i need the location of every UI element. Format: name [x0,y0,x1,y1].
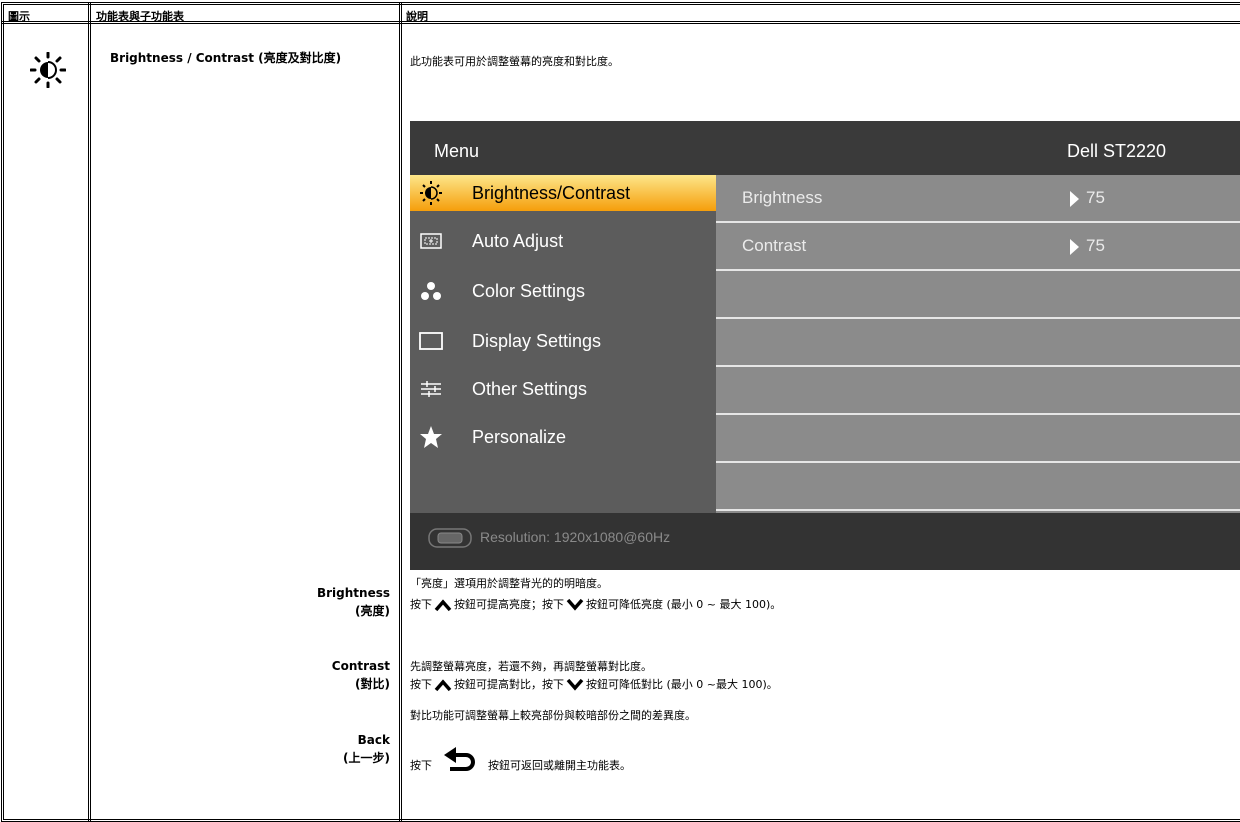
down-arrow-icon [566,678,584,691]
back-desc: 按下 按鈕可返回或離開主功能表。 [410,747,631,773]
menu-title: Brightness / Contrast (亮度及對比度) [110,51,342,65]
brightness-desc-1: 「亮度」選項用於調整背光的的明暗度。 [410,577,608,590]
osd-row-contrast[interactable]: Contrast 75 [716,223,1240,271]
down-arrow-icon [566,598,584,611]
header-description: 說明 [406,10,428,23]
osd-item-label: Display Settings [472,331,602,351]
contrast-desc-2: 按下 按鈕可提高對比，按下 按鈕可降低對比 (最小 0 ~最大 100)。 [410,676,778,692]
osd-row-value: 75 [1086,188,1105,207]
osd-row-value: 75 [1086,236,1105,255]
brightness-label-zh: (亮度) [355,604,390,618]
osd-row-label: Brightness [742,188,823,207]
back-arrow-icon [444,747,475,771]
contrast-desc-3: 對比功能可調整螢幕上較亮部份與較暗部份之間的差異度。 [410,709,696,722]
up-arrow-icon [434,679,452,692]
osd-item-brightness-contrast[interactable]: Brightness/Contrast [410,175,716,211]
sun-brightness-icon [30,52,66,88]
vga-connector-icon [428,528,472,548]
osd-row-empty [716,271,1240,319]
play-arrow-icon [1070,191,1079,207]
osd-item-label: Brightness/Contrast [472,183,631,203]
contrast-label-zh: (對比) [355,677,390,691]
contrast-label: Contrast [331,659,390,673]
osd-item-label: Auto Adjust [472,231,564,251]
osd-item-auto-adjust[interactable]: Auto Adjust [410,223,716,259]
back-label: Back [357,733,390,747]
intro-text: 此功能表可用於調整螢幕的亮度和對比度。 [410,55,619,68]
osd-row-label: Contrast [742,236,807,255]
brightness-icon [420,181,442,205]
brightness-desc-2a: 按下 [410,598,432,611]
contrast-desc-2b: 按鈕可提高對比，按下 [454,678,564,691]
back-desc-a: 按下 [410,759,432,772]
osd-row-empty [716,319,1240,367]
sliders-icon [421,381,441,397]
header-icon: 圖示 [8,10,30,23]
color-dots-icon [421,282,441,300]
back-desc-b: 按鈕可返回或離開主功能表。 [488,759,631,772]
osd-item-label: Color Settings [472,281,586,301]
osd-row-empty [716,415,1240,463]
contrast-desc-2a: 按下 [410,678,432,691]
osd-model: Dell ST2220 [1067,141,1167,161]
star-icon [420,426,442,448]
osd-title: Menu [434,141,480,161]
osd-header: Menu Dell ST2220 [410,121,1240,181]
osd-row-brightness[interactable]: Brightness 75 [716,175,1240,223]
osd-item-other-settings[interactable]: Other Settings [410,371,716,407]
osd-submenu: Brightness 75 Contrast 75 [716,175,1240,513]
brightness-desc-2: 按下 按鈕可提高亮度；按下 按鈕可降低亮度 (最小 0 ~ 最大 100)。 [410,596,781,612]
header-menu: 功能表與子功能表 [96,10,184,23]
osd-menu: Brightness/Contrast Auto Adjust Color Se… [410,175,716,513]
col-divider-1 [88,2,91,822]
play-arrow-icon [1070,239,1079,255]
brightness-label: Brightness [316,586,390,600]
display-rect-icon [419,332,443,350]
auto-adjust-icon [420,233,442,249]
osd-item-color-settings[interactable]: Color Settings [410,273,716,309]
osd-item-personalize[interactable]: Personalize [410,419,716,455]
contrast-desc-1: 先調整螢幕亮度，若還不夠，再調整螢幕對比度。 [410,660,652,673]
osd-row-empty [716,367,1240,415]
contrast-desc-2c: 按鈕可降低對比 (最小 0 ~最大 100)。 [586,678,778,691]
osd-item-label: Personalize [472,427,567,447]
osd-item-label: Other Settings [472,379,588,399]
up-arrow-icon [434,599,452,612]
back-label-zh: (上一步) [343,751,390,765]
osd-row-empty [716,463,1240,511]
header-divider [1,21,1240,24]
brightness-desc-2b: 按鈕可提高亮度；按下 [454,598,564,611]
osd-resolution: Resolution: 1920x1080@60Hz [480,529,671,545]
osd-footer: Resolution: 1920x1080@60Hz [410,513,1240,570]
col-divider-2 [399,2,402,822]
osd-item-display-settings[interactable]: Display Settings [410,323,716,359]
osd-screenshot: Menu Dell ST2220 Brightness/Contrast Aut… [410,121,1240,570]
brightness-desc-2c: 按鈕可降低亮度 (最小 0 ~ 最大 100)。 [586,598,782,611]
